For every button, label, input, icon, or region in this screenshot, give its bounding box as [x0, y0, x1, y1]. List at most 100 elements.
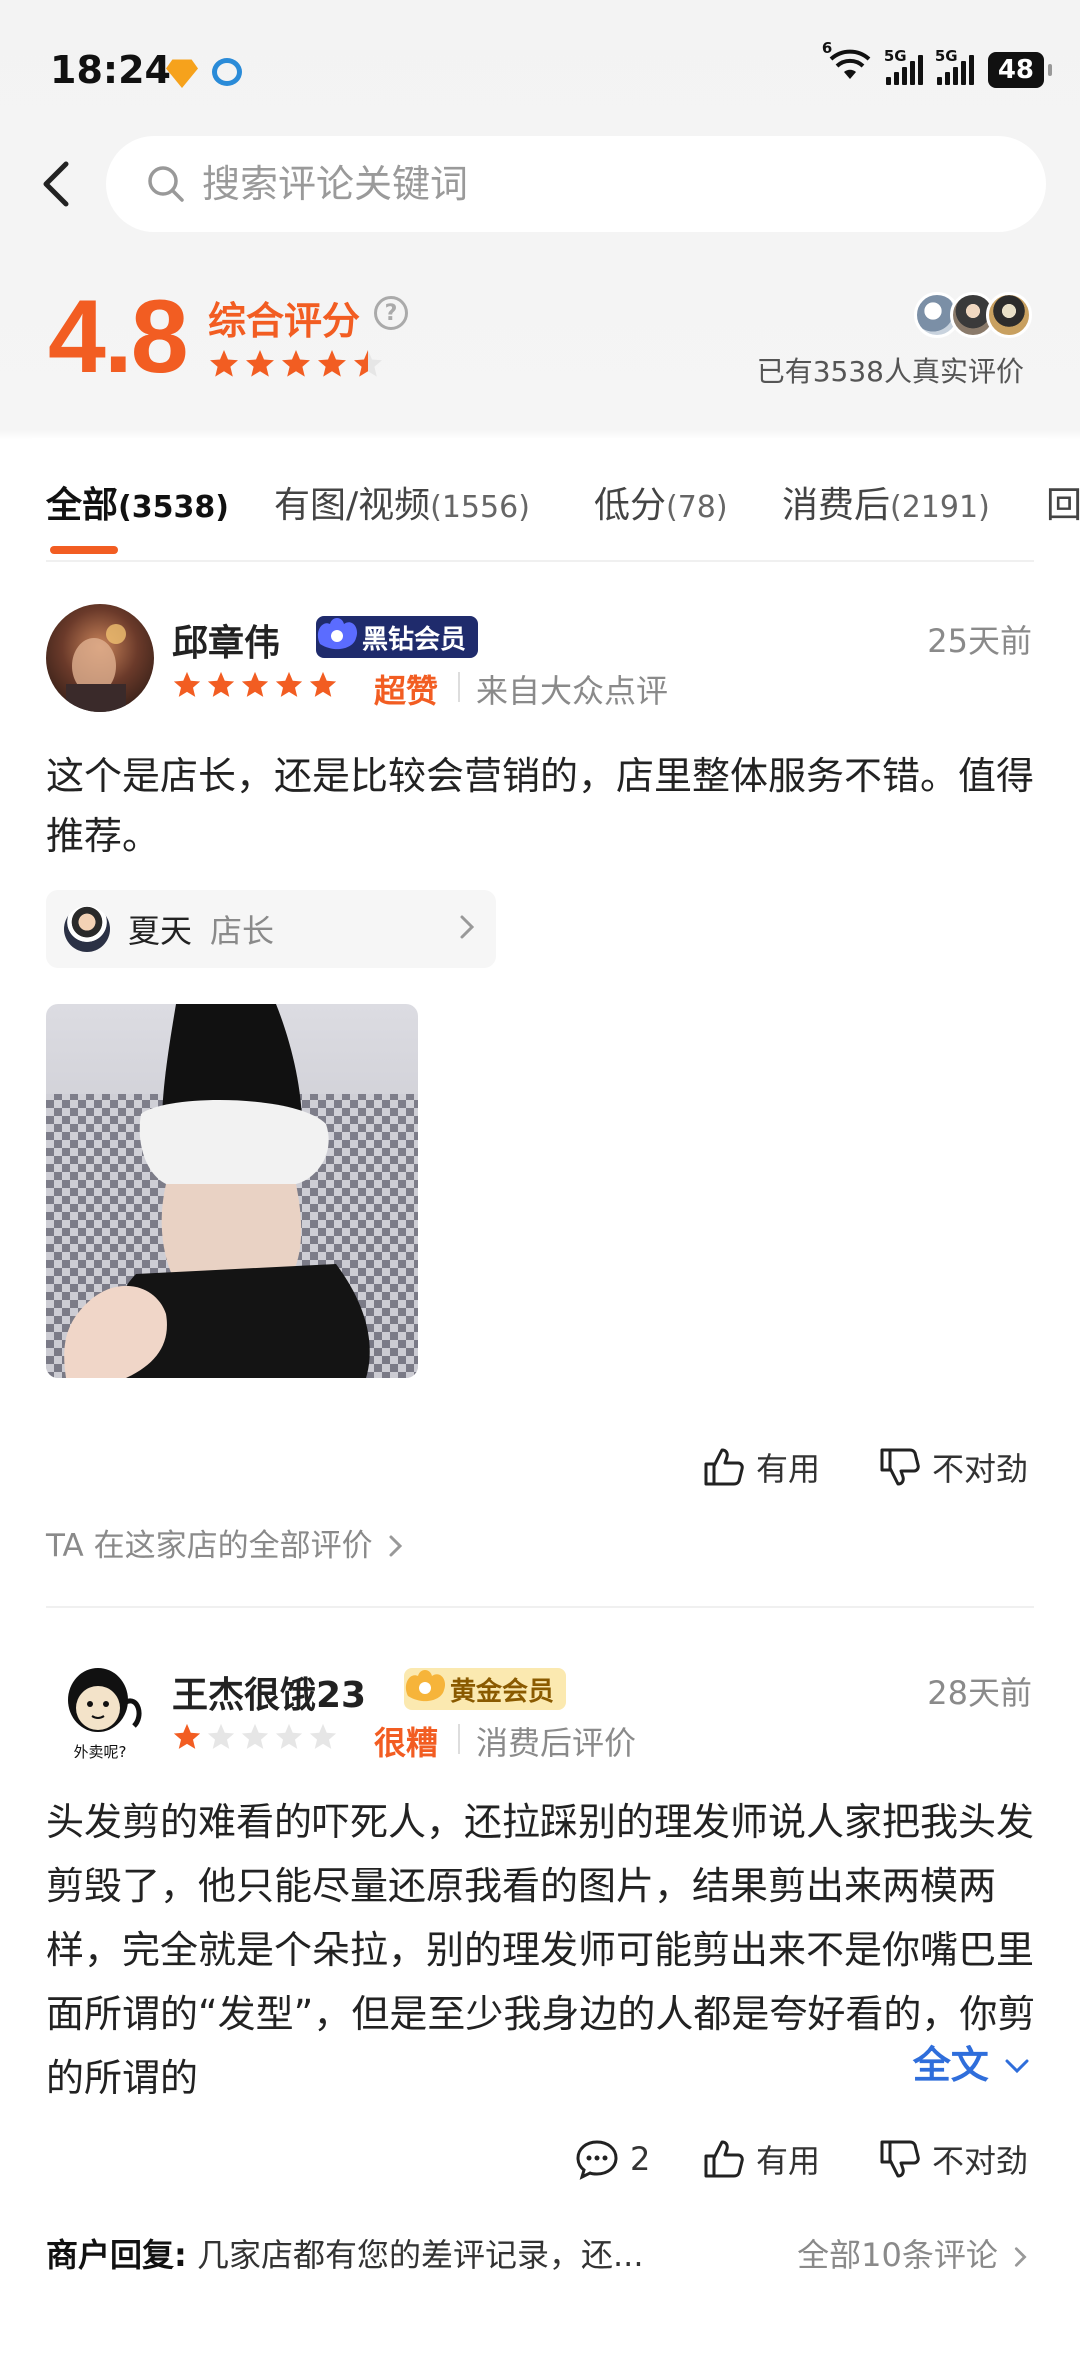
thumbs-down-icon	[880, 2140, 920, 2178]
status-time: 18:24	[50, 48, 171, 92]
avatar-caption: 外卖呢?	[73, 1743, 127, 1761]
member-badge: 黄金会员	[404, 1668, 567, 1710]
not-right-label: 不对劲	[932, 1450, 1029, 1488]
member-label: 黄金会员	[450, 1676, 555, 1707]
overall-score: 4.8	[48, 279, 189, 395]
star-icon	[207, 671, 235, 697]
review-time: 28天前	[927, 1674, 1032, 1712]
review-source: 消费后评价	[476, 1724, 637, 1762]
star-icon	[309, 1723, 337, 1749]
signal-icon: 5G	[935, 47, 974, 85]
thumbs-up-icon	[704, 2140, 744, 2178]
star-icon	[246, 350, 274, 377]
all-comments-link[interactable]: 全部10条评论	[797, 2230, 1032, 2276]
star-icon	[241, 671, 269, 697]
tab-label: 消费后	[782, 485, 891, 526]
staff-name: 夏天	[128, 912, 193, 950]
tab-after-purchase[interactable]: 消费后(2191)	[782, 476, 990, 528]
reviewer-avatars	[914, 292, 1032, 338]
tab-label: 低分	[594, 485, 667, 526]
tab-count: (78)	[666, 490, 728, 525]
merchant-reply-label: 商户回复:	[46, 2236, 187, 2274]
star-icon	[207, 1723, 235, 1749]
staff-avatar	[64, 906, 110, 952]
review-photo[interactable]	[46, 1004, 418, 1378]
merchant-reply-text: 几家店都有您的差评记录，还...	[196, 2236, 644, 2274]
tab-photo-video[interactable]: 有图/视频(1556)	[274, 476, 530, 528]
rating-summary: 4.8 综合评分 ? 已有3538人真实评价	[0, 270, 1080, 430]
divider	[46, 1606, 1034, 1608]
useful-button[interactable]: 有用	[700, 1444, 820, 1490]
avatar[interactable]	[46, 604, 154, 712]
not-right-button[interactable]: 不对劲	[876, 2136, 1028, 2182]
star-icon	[275, 1723, 303, 1749]
comment-button[interactable]: 2	[574, 2136, 650, 2182]
not-right-button[interactable]: 不对劲	[876, 1444, 1028, 1490]
wifi-badge: 6	[821, 39, 833, 57]
star-icon	[282, 350, 310, 377]
tab-label: 回	[1046, 485, 1080, 526]
user-all-reviews-link[interactable]: TA 在这家店的全部评价	[46, 1520, 408, 1565]
signal-label: 5G	[934, 47, 958, 65]
back-button[interactable]	[28, 154, 88, 214]
member-label: 黑钻会员	[362, 624, 467, 655]
star-icon	[275, 671, 303, 697]
signal-icon: 5G	[884, 47, 923, 85]
tab-all[interactable]: 全部(3538)	[46, 476, 229, 528]
paw-badge-icon	[405, 1670, 446, 1702]
help-icon[interactable]: ?	[374, 296, 408, 330]
not-right-label: 不对劲	[932, 2142, 1029, 2180]
reviews-card: 全部(3538) 有图/视频(1556) 低分(78) 消费后(2191) 回 …	[0, 438, 1080, 2362]
search-box[interactable]	[106, 136, 1046, 232]
useful-label: 有用	[756, 2142, 821, 2180]
comment-icon	[576, 2140, 618, 2180]
review-item: 外卖呢? 王杰很饿23 黄金会员 28天前 很糟 消费后评价 头发剪的难看的吓死…	[0, 1656, 1080, 2356]
star-icon	[241, 1723, 269, 1749]
all-comments-label: 全部10条评论	[797, 2236, 998, 2274]
star-icon	[173, 1723, 201, 1749]
real-review-count: 已有3538人真实评价	[756, 355, 1024, 388]
user-name[interactable]: 王杰很饿23	[172, 1666, 366, 1718]
tab-count: (1556)	[430, 490, 530, 525]
review-time: 25天前	[927, 622, 1032, 660]
avatar[interactable]: 外卖呢?	[46, 1656, 154, 1764]
active-tab-indicator	[50, 546, 118, 554]
chevron-right-icon	[460, 915, 475, 939]
divider	[458, 1724, 460, 1754]
search-row	[0, 132, 1080, 232]
chevron-right-icon	[389, 1535, 403, 1557]
staff-role: 店长	[210, 912, 275, 950]
thumbs-down-icon	[880, 1448, 920, 1486]
divider	[458, 672, 460, 702]
search-input[interactable]	[202, 162, 902, 206]
useful-label: 有用	[756, 1450, 821, 1488]
star-icon	[309, 671, 337, 697]
user-name[interactable]: 邱章伟	[172, 614, 280, 666]
tab-count: (2191)	[890, 490, 990, 525]
review-stars	[172, 670, 338, 700]
star-icon	[173, 671, 201, 697]
full-text-label: 全文	[912, 2043, 989, 2087]
chat-app-icon	[212, 58, 242, 86]
chevron-down-icon	[1005, 2059, 1029, 2074]
tab-count: (3538)	[118, 490, 229, 525]
member-badge: 黑钻会员	[316, 616, 479, 658]
back-arrow-icon	[43, 161, 69, 207]
useful-button[interactable]: 有用	[700, 2136, 820, 2182]
status-indicators: 6 5G 5G 48	[822, 39, 1053, 91]
review-text[interactable]: 这个是店长，还是比较会营销的，店里整体服务不错。值得推荐。	[46, 746, 1036, 866]
star-icon	[210, 350, 238, 377]
star-icon	[354, 350, 382, 377]
tab-low-score[interactable]: 低分(78)	[594, 476, 728, 528]
merchant-reply[interactable]: 商户回复: 几家店都有您的差评记录，还...	[46, 2230, 644, 2276]
search-icon	[148, 166, 184, 202]
tab-label: 有图/视频	[274, 485, 431, 526]
paw-badge-icon	[317, 618, 358, 650]
staff-chip[interactable]: 夏天 店长	[46, 890, 496, 968]
rating-word: 超赞	[374, 672, 439, 710]
review-stars	[172, 1722, 338, 1752]
status-bar: 18:24 6 5G 5G 48	[0, 0, 1080, 130]
wifi-icon: 6	[822, 39, 872, 91]
tab-more[interactable]: 回	[1046, 476, 1080, 528]
expand-full-text-button[interactable]: 全文	[882, 2034, 1032, 2089]
